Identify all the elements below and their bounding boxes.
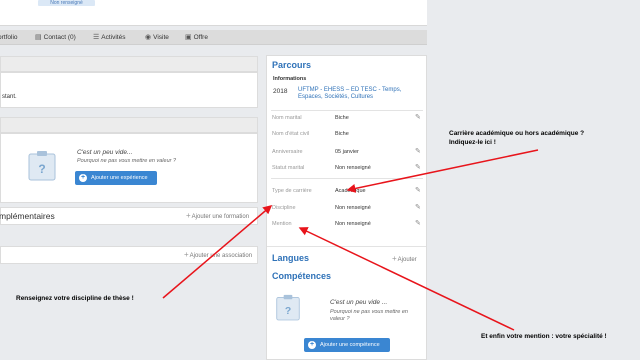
field-label-anniversaire: Anniversaire [272,149,303,155]
nav-label-visite: Visite [153,34,169,41]
add-association-label: Ajouter une association [189,253,253,259]
formations-title: mplémentaires [0,211,55,221]
nav-label-contact: Contact (0) [43,34,76,41]
edit-pencil-icon[interactable]: ✎ [415,203,421,211]
competences-empty-title: C'est un peu vide ... [330,299,388,306]
add-association-link[interactable]: +Ajouter une association [184,250,252,259]
add-experience-button[interactable]: + Ajouter une expérience [75,171,157,185]
nav-item-portfolio[interactable]: ortfolio [0,30,18,45]
divider [271,110,423,111]
field-value-discipline: Non renseigné [335,205,371,211]
edit-pencil-icon[interactable]: ✎ [415,163,421,171]
nav-label-activites: Activités [101,34,126,41]
field-label-discipline: Discipline [272,205,296,211]
left-section-header [0,56,258,72]
nav-item-visite[interactable]: ◉ Visite [145,30,169,45]
briefcase-icon: ▣ [185,34,192,41]
field-label-type-carriere: Type de carrière [272,188,312,194]
competences-title: Compétences [272,271,332,281]
parcours-title: Parcours [272,60,312,70]
field-label-nom-etat-civil: Nom d'état civil [272,131,310,137]
nav-label-portfolio: ortfolio [0,34,18,41]
field-label-statut-marital: Statut marital [272,165,305,171]
divider [267,246,426,247]
list-icon: ☰ [93,34,100,41]
field-value-nom-etat-civil: Biche [335,131,349,137]
degree-year: 2018 [273,88,288,95]
nav-item-activites[interactable]: ☰ Activités [93,30,125,45]
field-value-statut-marital: Non renseigné [335,165,371,171]
edit-pencil-icon[interactable]: ✎ [415,219,421,227]
plus-circle-icon: + [308,341,316,349]
edit-pencil-icon[interactable]: ✎ [415,147,421,155]
add-competence-label: Ajouter une compétence [320,342,380,348]
competences-empty-subtitle: Pourquoi ne pas vous mettre en valeur ? [330,309,408,322]
plus-circle-icon: + [79,174,87,182]
field-value-mention: Non renseigné [335,221,371,227]
experience-empty-title: C'est un peu vide... [77,149,133,156]
annotation-career-line1: Carrière académique ou hors académique ? [449,130,585,137]
eye-icon: ◉ [145,34,152,41]
annotation-discipline: Renseignez votre discipline de thèse ! [16,295,134,302]
plus-icon: + [184,250,189,259]
profile-header-card: Non renseigné [0,0,427,26]
field-value-anniversaire: 05 janvier [335,149,359,155]
nav-item-offre[interactable]: ▣ Offre [185,30,208,45]
add-formation-label: Ajouter une formation [191,214,250,220]
clipboard-icon: ? [276,294,300,321]
annotation-career-line2: Indiquez-le ici ! [449,139,496,146]
add-langue-label: Ajouter [397,257,417,263]
informations-label: Informations [273,76,307,82]
svg-text:?: ? [38,162,45,176]
edit-pencil-icon[interactable]: ✎ [415,113,421,121]
nav-label-offre: Offre [193,34,208,41]
nav-item-contact[interactable]: ▤ Contact (0) [35,30,76,45]
field-value-type-carriere: Académique [335,188,366,194]
left-section-text: stant. [2,94,17,100]
add-langue-link[interactable]: +Ajouter [392,254,417,263]
field-value-nom-marital: Biche [335,115,349,121]
degree-link[interactable]: UFTMP - EHESS – ED TESC - Temps, Espaces… [298,87,418,101]
field-label-nom-marital: Nom marital [272,115,302,121]
contact-card-icon: ▤ [35,34,42,41]
experience-empty-subtitle: Pourquoi ne pas vous mettre en valeur ? [77,158,177,164]
add-formation-link[interactable]: +Ajouter une formation [186,211,249,220]
profile-sidebar: Parcours Informations 2018 UFTMP - EHESS… [266,55,427,360]
profile-nav-bar: ortfolio ▤Contact (0) ☰Activités ◉Visite… [0,30,427,45]
add-competence-button[interactable]: + Ajouter une compétence [304,338,390,352]
add-experience-label: Ajouter une expérience [91,175,148,181]
associations-section: +Ajouter une association [0,246,258,264]
clipboard-icon: ? [28,151,56,181]
svg-text:?: ? [285,306,291,317]
status-chip: Non renseigné [38,0,95,6]
divider [271,178,423,179]
langues-title: Langues [272,253,310,263]
experience-body: ? C'est un peu vide... Pourquoi ne pas v… [0,133,258,203]
edit-pencil-icon[interactable]: ✎ [415,186,421,194]
field-label-mention: Mention [272,221,292,227]
annotation-mention: Et enfin votre mention : votre spécialit… [481,333,607,340]
plus-icon: + [392,254,397,263]
formations-section: mplémentaires +Ajouter une formation [0,207,258,225]
left-section-body: stant. [0,72,258,108]
experience-header [0,117,258,133]
plus-icon: + [186,211,191,220]
